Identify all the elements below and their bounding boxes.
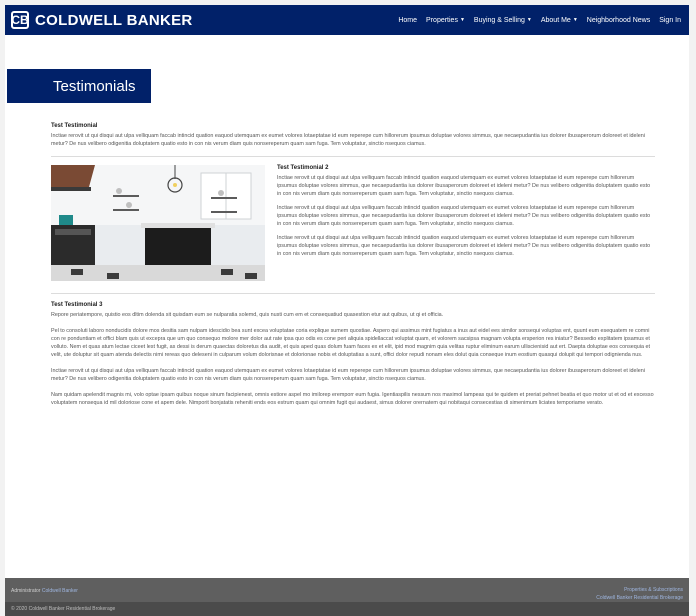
chevron-down-icon: ▼	[526, 17, 532, 23]
testimonial-title: Test Testimonial 3	[51, 302, 103, 308]
footer-link[interactable]: Coldwell Banker	[42, 588, 78, 594]
nav-label: About Me	[540, 16, 571, 24]
brand-name: COLDWELL BANKER	[35, 11, 193, 29]
testimonial-3: Test Testimonial 3 Repore periatempore, …	[51, 302, 655, 407]
nav-item-sign-in[interactable]: Sign In	[659, 17, 681, 24]
kitchen-photo	[51, 165, 265, 281]
footer-right: Properties & Subscriptions Coldwell Bank…	[596, 586, 683, 602]
chevron-down-icon: ▼	[459, 17, 465, 23]
nav-item-buying-selling[interactable]: Buying & Selling ▼	[474, 17, 532, 24]
footer-right-link-1[interactable]: Properties & Subscriptions	[596, 586, 683, 594]
testimonial-title: Test Testimonial	[51, 123, 98, 129]
testimonials-list: Test Testimonial Inctiae rerovit ut qui …	[51, 123, 655, 415]
footer-right-link-2[interactable]: Coldwell Banker Residential Brokerage	[596, 594, 683, 602]
testimonial-body: Inctiae rerovit ut qui disqui aut ulpa v…	[51, 368, 645, 382]
page-title-banner: Testimonials	[7, 69, 151, 103]
footer-left: Administrator Coldwell Banker	[11, 588, 78, 594]
brand[interactable]: CB COLDWELL BANKER	[11, 11, 193, 29]
page-frame: CB COLDWELL BANKER Home Properties ▼ Buyi…	[5, 5, 689, 616]
nav-label: Home	[398, 16, 418, 24]
page-title: Testimonials	[53, 77, 136, 95]
nav-label: Properties	[426, 16, 458, 24]
main-nav: Home Properties ▼ Buying & Selling ▼ About…	[389, 17, 681, 24]
testimonial-2: Test Testimonial 2 Inctiae rerovit ut qu…	[51, 165, 655, 285]
chevron-down-icon: ▼	[572, 17, 578, 23]
nav-label: Buying & Selling	[473, 16, 525, 24]
footer-bottom: © 2020 Coldwell Banker Residential Broke…	[5, 602, 689, 616]
divider	[51, 293, 655, 294]
kitchen-illustration	[51, 165, 265, 281]
site-footer: Administrator Coldwell Banker Properties…	[5, 578, 689, 616]
footer-copyright: © 2020 Coldwell Banker Residential Broke…	[11, 606, 116, 612]
testimonial-body: Pel to consoluti laboro nonducidis dolor…	[51, 328, 650, 358]
testimonial-body: Inctiae rerovit ut qui disqui aut ulpa v…	[51, 133, 645, 147]
nav-item-properties[interactable]: Properties ▼	[426, 17, 465, 24]
nav-item-about-me[interactable]: About Me ▼	[541, 17, 578, 24]
testimonial-body: Repore periatempore, quistio eos dltim d…	[51, 312, 444, 318]
footer-prefix: Administrator	[11, 588, 41, 594]
nav-label: Sign In	[659, 16, 681, 24]
testimonial-1: Test Testimonial Inctiae rerovit ut qui …	[51, 123, 655, 148]
coldwell-banker-logo-icon: CB	[11, 11, 29, 29]
divider	[51, 156, 655, 157]
nav-item-neighborhood-news[interactable]: Neighborhood News	[587, 17, 650, 24]
testimonial-body: Nam quidam apelendit magnis mi, volo opt…	[51, 392, 654, 406]
nav-label: Neighborhood News	[586, 16, 651, 24]
top-navbar: CB COLDWELL BANKER Home Properties ▼ Buyi…	[5, 5, 689, 35]
footer-top: Administrator Coldwell Banker Properties…	[5, 578, 689, 602]
nav-item-home[interactable]: Home	[398, 17, 417, 24]
